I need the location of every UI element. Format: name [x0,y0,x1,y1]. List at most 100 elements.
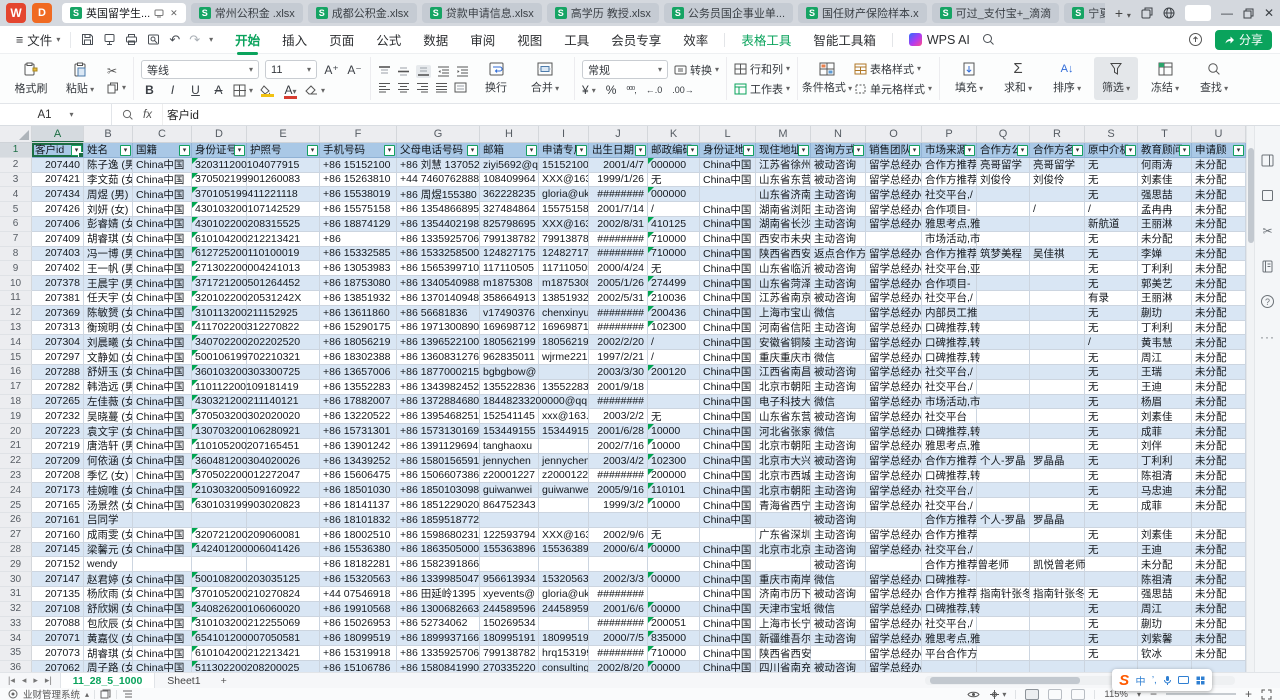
scissors-icon[interactable]: ✂ [1262,224,1272,238]
cell[interactable] [977,543,1030,558]
cell[interactable] [1085,572,1138,587]
cell[interactable]: China中国 [700,291,756,306]
cell[interactable]: / [1085,202,1138,217]
cell[interactable]: China中国 [700,395,756,410]
cell[interactable] [1030,528,1085,543]
cell[interactable]: 710000 [648,232,700,247]
cell[interactable]: 孟冉冉 [1138,202,1192,217]
cell[interactable]: 王一帆 (男 [84,261,133,276]
cell[interactable]: jennychen [539,454,589,469]
cell[interactable]: 郭美艺 [1138,276,1192,291]
cell[interactable] [1030,631,1085,646]
cell[interactable]: China中国 [700,454,756,469]
cell[interactable]: 李文茹 (女 [84,173,133,188]
cell[interactable]: 180562199 [480,335,539,350]
cell[interactable] [192,513,247,528]
cell[interactable]: 000000 [648,158,700,173]
cell[interactable]: 207088 [32,617,84,632]
cell[interactable]: 320721200209060081 [192,528,247,543]
cell[interactable]: 无 [1085,646,1138,661]
cell[interactable]: 10000 [648,424,700,439]
cell[interactable]: 胡睿琪 (女 [84,646,133,661]
cell[interactable] [1192,513,1246,528]
tab-member[interactable]: 会员专享 [601,27,671,52]
cell[interactable]: 微信 [811,306,866,321]
cell[interactable]: 207297 [32,350,84,365]
cell[interactable]: 蒯玏 [1138,617,1192,632]
cell-style-button[interactable]: 单元格样式▾ [854,81,932,97]
cell[interactable]: 周江 [1138,350,1192,365]
col-header-A[interactable]: A [32,126,84,142]
cell[interactable]: 北京市朝阳 [756,439,811,454]
cell[interactable] [1030,232,1085,247]
cell[interactable]: 留学总经办 [866,543,922,558]
cell[interactable] [1030,321,1085,336]
cell[interactable] [1030,306,1085,321]
header-cell[interactable]: 手机号码▾ [320,143,397,158]
save-icon[interactable] [81,33,94,46]
smart-lookup-icon[interactable] [122,109,134,121]
cell[interactable]: 未分配 [1192,439,1246,454]
cell[interactable]: 610104200212213421 [192,646,247,661]
cell[interactable]: 口碑推荐,转 [922,602,977,617]
cell[interactable]: 2002/8/20 [589,661,648,672]
cell[interactable] [1030,572,1085,587]
cell[interactable]: China中国 [700,646,756,661]
cell[interactable]: 无 [1085,321,1138,336]
cell[interactable]: 个人-罗晶 [977,454,1030,469]
cell[interactable]: 207265 [32,395,84,410]
cell[interactable]: 500106199702210321 [192,350,247,365]
cell[interactable] [1030,469,1085,484]
cell[interactable]: 被动咨询 [811,661,866,672]
cell[interactable] [539,498,589,513]
cell[interactable]: 社交平台,/ [922,380,977,395]
cell[interactable]: 2001/9/18 [589,380,648,395]
file-tab[interactable]: S可过_支付宝+_滴滴 [932,3,1060,23]
cell[interactable]: 207434 [32,187,84,202]
cell[interactable]: China中国 [133,572,192,587]
header-cell[interactable]: 邮箱▾ [480,143,539,158]
cell[interactable]: 117110505 [480,261,539,276]
cell[interactable]: 无 [1085,483,1138,498]
header-cell[interactable]: 咨询方式▾ [811,143,866,158]
rows-cols-button[interactable]: 行和列▾ [734,61,790,77]
cell[interactable]: 留学总经办 [866,395,922,410]
cell[interactable]: 未分配 [1192,572,1246,587]
cell[interactable]: 黄韦慧 [1138,335,1192,350]
cell[interactable]: 835000 [648,631,700,646]
cell[interactable]: 无 [1085,543,1138,558]
cell[interactable]: +86 15320563 [320,572,397,587]
cell[interactable]: 2002/2/20 [589,335,648,350]
cell[interactable]: 244589596 [480,602,539,617]
cell[interactable]: China中国 [700,321,756,336]
cell[interactable]: 罗晶晶 [1030,454,1085,469]
globe-icon[interactable] [1163,7,1175,19]
file-tab[interactable]: S成都公积金.xlsx [308,3,417,23]
cell[interactable]: 刘紫馨 [1138,631,1192,646]
cell[interactable]: 留学总经办 [866,276,922,291]
cell[interactable]: 无 [1085,587,1138,602]
cell[interactable]: XXX@163. [539,173,589,188]
cell[interactable] [1030,350,1085,365]
cell[interactable] [1030,276,1085,291]
cell[interactable]: 口碑推荐,转 [922,335,977,350]
cell[interactable]: 130703200106280921 [192,424,247,439]
cell[interactable]: 留学总经办 [866,646,922,661]
cell[interactable] [977,572,1030,587]
row-header[interactable]: 6 [0,217,32,232]
cell[interactable]: 合作方推荐曾老师 [922,557,977,572]
filter-dropdown-icon[interactable]: ▾ [853,145,864,156]
cell[interactable]: 117110505 [539,261,589,276]
zoom-in-icon[interactable]: + [1245,687,1252,700]
cell[interactable]: 主动咨询 [811,631,866,646]
cell[interactable]: 207173 [32,483,84,498]
cell[interactable]: ######## [589,187,648,202]
print-preview-icon[interactable] [147,33,160,46]
row-header[interactable]: 32 [0,602,32,617]
cell[interactable]: 主动咨询 [811,276,866,291]
panel-icon[interactable] [1261,154,1274,167]
cell[interactable]: 微信 [811,424,866,439]
cell[interactable]: +86 1850103098 [397,483,480,498]
cell[interactable]: 360103200303300725 [192,365,247,380]
cell[interactable]: 135522836 [480,380,539,395]
